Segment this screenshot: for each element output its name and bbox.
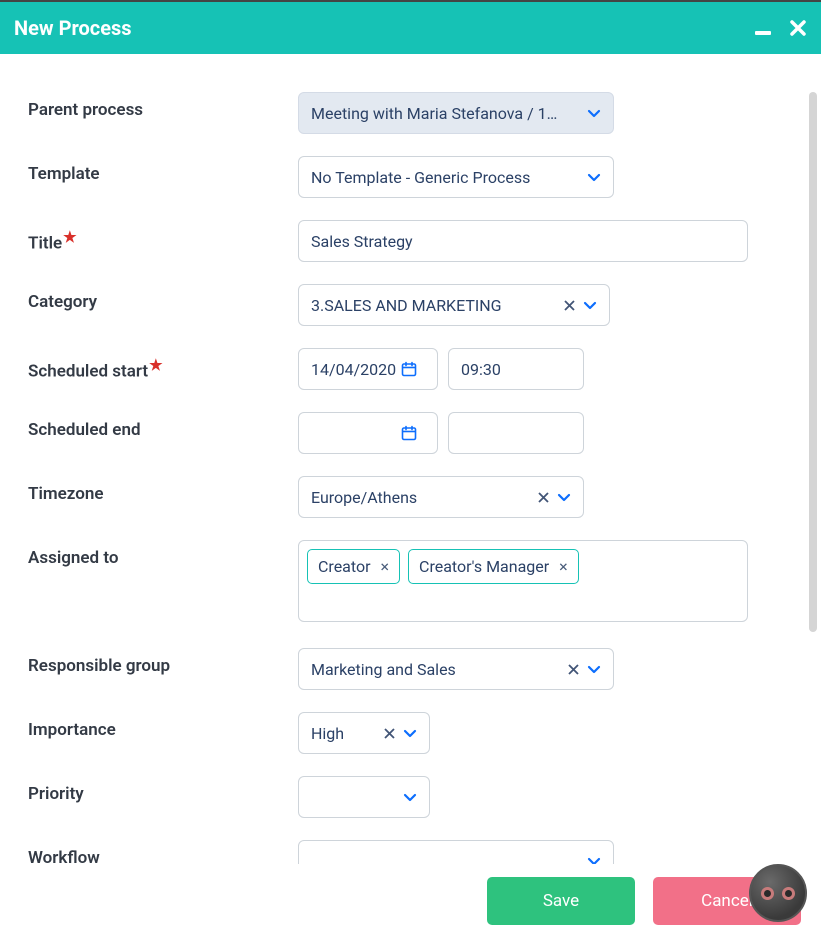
required-star-icon: ★ — [63, 228, 76, 246]
save-button[interactable]: Save — [487, 877, 635, 925]
label-scheduled-start: Scheduled start★ — [28, 348, 298, 382]
calendar-icon[interactable] — [401, 425, 417, 441]
scheduled-start-time[interactable] — [448, 348, 584, 390]
label-title: Title★ — [28, 220, 298, 254]
row-title: Title★ — [28, 220, 793, 262]
chevron-down-icon — [557, 490, 571, 504]
scheduled-end-time[interactable] — [448, 412, 584, 454]
label-priority: Priority — [28, 776, 298, 804]
category-value: 3.SALES AND MARKETING — [311, 296, 556, 315]
row-parent-process: Parent process Meeting with Maria Stefan… — [28, 92, 793, 134]
chevron-down-icon — [403, 726, 417, 740]
row-category: Category 3.SALES AND MARKETING — [28, 284, 793, 326]
calendar-icon[interactable] — [401, 361, 417, 377]
priority-select[interactable] — [298, 776, 430, 818]
row-assigned-to: Assigned to Creator × Creator's Manager … — [28, 540, 793, 622]
tag-creator[interactable]: Creator × — [307, 549, 400, 584]
row-timezone: Timezone Europe/Athens — [28, 476, 793, 518]
chevron-down-icon — [587, 662, 601, 676]
row-importance: Importance High — [28, 712, 793, 754]
chat-widget-icon[interactable] — [749, 864, 807, 922]
row-scheduled-start: Scheduled start★ — [28, 348, 793, 390]
label-timezone: Timezone — [28, 476, 298, 504]
row-scheduled-end: Scheduled end — [28, 412, 793, 454]
window-title: New Process — [14, 16, 132, 40]
category-select[interactable]: 3.SALES AND MARKETING — [298, 284, 610, 326]
label-template: Template — [28, 156, 298, 184]
responsible-group-select[interactable]: Marketing and Sales — [298, 648, 614, 690]
label-category: Category — [28, 284, 298, 312]
row-responsible-group: Responsible group Marketing and Sales — [28, 648, 793, 690]
titlebar: New Process — [0, 2, 821, 54]
timezone-select[interactable]: Europe/Athens — [298, 476, 584, 518]
tag-label: Creator — [318, 557, 371, 576]
minimize-icon[interactable] — [755, 31, 771, 35]
timezone-value: Europe/Athens — [311, 488, 530, 507]
chevron-down-icon — [587, 170, 601, 184]
parent-process-value: Meeting with Maria Stefanova / 1… — [311, 104, 579, 123]
clear-icon[interactable] — [538, 492, 549, 503]
scheduled-end-date-input[interactable] — [311, 424, 401, 443]
row-template: Template No Template - Generic Process — [28, 156, 793, 198]
row-priority: Priority — [28, 776, 793, 818]
form-content: Parent process Meeting with Maria Stefan… — [0, 54, 821, 864]
scheduled-start-date-input[interactable] — [311, 360, 401, 379]
template-value: No Template - Generic Process — [311, 168, 579, 187]
label-scheduled-end: Scheduled end — [28, 412, 298, 440]
importance-select[interactable]: High — [298, 712, 430, 754]
clear-icon[interactable] — [564, 300, 575, 311]
parent-process-select[interactable]: Meeting with Maria Stefanova / 1… — [298, 92, 614, 134]
tag-creators-manager[interactable]: Creator's Manager × — [408, 549, 579, 584]
template-select[interactable]: No Template - Generic Process — [298, 156, 614, 198]
title-input-wrapper — [298, 220, 748, 262]
clear-icon[interactable] — [568, 664, 579, 675]
clear-icon[interactable] — [384, 728, 395, 739]
importance-value: High — [311, 724, 376, 743]
title-input[interactable] — [311, 232, 735, 251]
scheduled-end-date[interactable] — [298, 412, 438, 454]
titlebar-actions — [755, 19, 807, 37]
assigned-to-tags[interactable]: Creator × Creator's Manager × — [298, 540, 748, 622]
label-importance: Importance — [28, 712, 298, 740]
responsible-group-value: Marketing and Sales — [311, 660, 560, 679]
label-assigned-to: Assigned to — [28, 540, 298, 568]
label-parent-process: Parent process — [28, 92, 298, 120]
tag-label: Creator's Manager — [419, 557, 549, 576]
chevron-down-icon — [583, 298, 597, 312]
tag-remove-icon[interactable]: × — [381, 557, 390, 576]
label-responsible-group: Responsible group — [28, 648, 298, 676]
tag-remove-icon[interactable]: × — [559, 557, 568, 576]
required-star-icon: ★ — [149, 356, 162, 374]
close-icon[interactable] — [789, 19, 807, 37]
chevron-down-icon — [403, 790, 417, 804]
scrollbar[interactable] — [809, 92, 817, 632]
footer: Save Cancel — [0, 864, 821, 938]
scheduled-start-date[interactable] — [298, 348, 438, 390]
chevron-down-icon — [587, 106, 601, 120]
scheduled-end-time-input[interactable] — [461, 424, 571, 443]
scheduled-start-time-input[interactable] — [461, 360, 571, 379]
